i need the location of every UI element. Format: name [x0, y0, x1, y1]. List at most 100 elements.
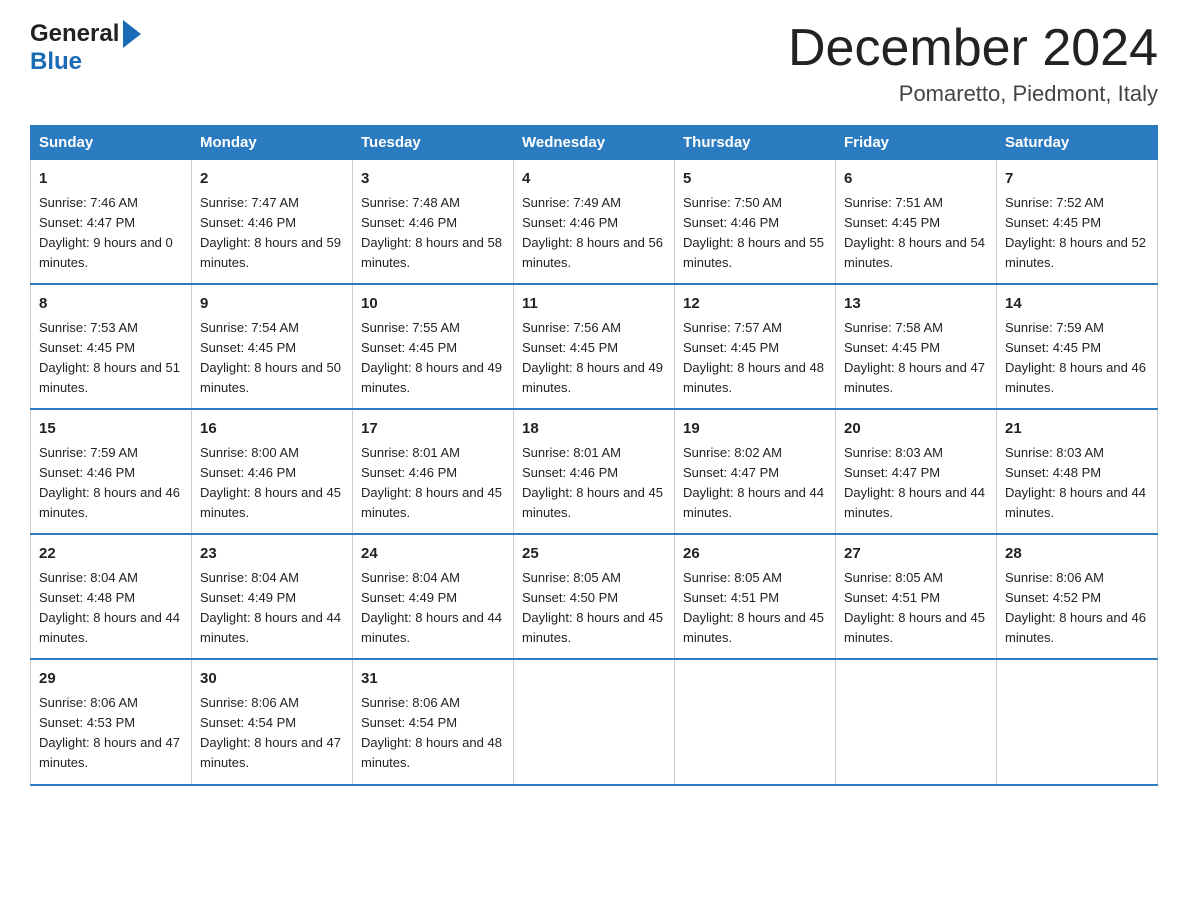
page-header: General Blue December 2024 Pomaretto, Pi…	[30, 20, 1158, 107]
logo: General Blue	[30, 20, 141, 76]
day-info: Sunrise: 7:52 AMSunset: 4:45 PMDaylight:…	[1005, 193, 1149, 274]
day-number: 4	[522, 168, 666, 191]
calendar-header: Sunday Monday Tuesday Wednesday Thursday…	[31, 126, 1158, 160]
day-info: Sunrise: 7:59 AMSunset: 4:45 PMDaylight:…	[1005, 318, 1149, 399]
day-info: Sunrise: 7:55 AMSunset: 4:45 PMDaylight:…	[361, 318, 505, 399]
col-sunday: Sunday	[31, 126, 192, 160]
col-saturday: Saturday	[997, 126, 1158, 160]
day-number: 15	[39, 418, 183, 441]
table-row: 29Sunrise: 8:06 AMSunset: 4:53 PMDayligh…	[31, 659, 192, 784]
header-row: Sunday Monday Tuesday Wednesday Thursday…	[31, 126, 1158, 160]
day-number: 14	[1005, 293, 1149, 316]
day-info: Sunrise: 8:05 AMSunset: 4:51 PMDaylight:…	[683, 568, 827, 649]
logo-blue-text: Blue	[30, 48, 82, 76]
table-row: 25Sunrise: 8:05 AMSunset: 4:50 PMDayligh…	[514, 534, 675, 659]
day-info: Sunrise: 7:50 AMSunset: 4:46 PMDaylight:…	[683, 193, 827, 274]
table-row: 4Sunrise: 7:49 AMSunset: 4:46 PMDaylight…	[514, 160, 675, 285]
day-info: Sunrise: 8:04 AMSunset: 4:49 PMDaylight:…	[200, 568, 344, 649]
day-number: 24	[361, 543, 505, 566]
day-info: Sunrise: 7:58 AMSunset: 4:45 PMDaylight:…	[844, 318, 988, 399]
calendar-week-row: 22Sunrise: 8:04 AMSunset: 4:48 PMDayligh…	[31, 534, 1158, 659]
table-row	[836, 659, 997, 784]
day-number: 1	[39, 168, 183, 191]
table-row: 16Sunrise: 8:00 AMSunset: 4:46 PMDayligh…	[192, 409, 353, 534]
logo-triangle-icon	[123, 20, 141, 48]
col-thursday: Thursday	[675, 126, 836, 160]
table-row: 6Sunrise: 7:51 AMSunset: 4:45 PMDaylight…	[836, 160, 997, 285]
calendar-table: Sunday Monday Tuesday Wednesday Thursday…	[30, 125, 1158, 785]
table-row: 21Sunrise: 8:03 AMSunset: 4:48 PMDayligh…	[997, 409, 1158, 534]
day-info: Sunrise: 7:51 AMSunset: 4:45 PMDaylight:…	[844, 193, 988, 274]
day-number: 27	[844, 543, 988, 566]
day-info: Sunrise: 8:01 AMSunset: 4:46 PMDaylight:…	[522, 443, 666, 524]
day-number: 29	[39, 668, 183, 691]
table-row: 7Sunrise: 7:52 AMSunset: 4:45 PMDaylight…	[997, 160, 1158, 285]
day-number: 10	[361, 293, 505, 316]
calendar-week-row: 29Sunrise: 8:06 AMSunset: 4:53 PMDayligh…	[31, 659, 1158, 784]
day-info: Sunrise: 8:03 AMSunset: 4:48 PMDaylight:…	[1005, 443, 1149, 524]
table-row	[997, 659, 1158, 784]
table-row: 11Sunrise: 7:56 AMSunset: 4:45 PMDayligh…	[514, 284, 675, 409]
table-row	[675, 659, 836, 784]
table-row: 1Sunrise: 7:46 AMSunset: 4:47 PMDaylight…	[31, 160, 192, 285]
day-info: Sunrise: 8:04 AMSunset: 4:49 PMDaylight:…	[361, 568, 505, 649]
table-row: 14Sunrise: 7:59 AMSunset: 4:45 PMDayligh…	[997, 284, 1158, 409]
table-row: 19Sunrise: 8:02 AMSunset: 4:47 PMDayligh…	[675, 409, 836, 534]
table-row: 23Sunrise: 8:04 AMSunset: 4:49 PMDayligh…	[192, 534, 353, 659]
day-info: Sunrise: 7:49 AMSunset: 4:46 PMDaylight:…	[522, 193, 666, 274]
calendar-body: 1Sunrise: 7:46 AMSunset: 4:47 PMDaylight…	[31, 160, 1158, 785]
day-info: Sunrise: 7:57 AMSunset: 4:45 PMDaylight:…	[683, 318, 827, 399]
calendar-week-row: 15Sunrise: 7:59 AMSunset: 4:46 PMDayligh…	[31, 409, 1158, 534]
table-row: 13Sunrise: 7:58 AMSunset: 4:45 PMDayligh…	[836, 284, 997, 409]
table-row: 2Sunrise: 7:47 AMSunset: 4:46 PMDaylight…	[192, 160, 353, 285]
table-row: 8Sunrise: 7:53 AMSunset: 4:45 PMDaylight…	[31, 284, 192, 409]
table-row: 3Sunrise: 7:48 AMSunset: 4:46 PMDaylight…	[353, 160, 514, 285]
day-info: Sunrise: 7:53 AMSunset: 4:45 PMDaylight:…	[39, 318, 183, 399]
day-number: 30	[200, 668, 344, 691]
table-row: 9Sunrise: 7:54 AMSunset: 4:45 PMDaylight…	[192, 284, 353, 409]
day-info: Sunrise: 8:06 AMSunset: 4:54 PMDaylight:…	[200, 693, 344, 774]
day-number: 13	[844, 293, 988, 316]
day-info: Sunrise: 7:47 AMSunset: 4:46 PMDaylight:…	[200, 193, 344, 274]
day-info: Sunrise: 7:56 AMSunset: 4:45 PMDaylight:…	[522, 318, 666, 399]
calendar-week-row: 8Sunrise: 7:53 AMSunset: 4:45 PMDaylight…	[31, 284, 1158, 409]
day-number: 8	[39, 293, 183, 316]
col-wednesday: Wednesday	[514, 126, 675, 160]
col-friday: Friday	[836, 126, 997, 160]
calendar-week-row: 1Sunrise: 7:46 AMSunset: 4:47 PMDaylight…	[31, 160, 1158, 285]
day-number: 19	[683, 418, 827, 441]
day-number: 21	[1005, 418, 1149, 441]
day-number: 31	[361, 668, 505, 691]
table-row: 24Sunrise: 8:04 AMSunset: 4:49 PMDayligh…	[353, 534, 514, 659]
table-row: 20Sunrise: 8:03 AMSunset: 4:47 PMDayligh…	[836, 409, 997, 534]
table-row: 22Sunrise: 8:04 AMSunset: 4:48 PMDayligh…	[31, 534, 192, 659]
day-info: Sunrise: 8:00 AMSunset: 4:46 PMDaylight:…	[200, 443, 344, 524]
day-info: Sunrise: 7:54 AMSunset: 4:45 PMDaylight:…	[200, 318, 344, 399]
day-number: 17	[361, 418, 505, 441]
day-number: 22	[39, 543, 183, 566]
table-row: 31Sunrise: 8:06 AMSunset: 4:54 PMDayligh…	[353, 659, 514, 784]
table-row: 18Sunrise: 8:01 AMSunset: 4:46 PMDayligh…	[514, 409, 675, 534]
day-info: Sunrise: 8:02 AMSunset: 4:47 PMDaylight:…	[683, 443, 827, 524]
day-info: Sunrise: 7:59 AMSunset: 4:46 PMDaylight:…	[39, 443, 183, 524]
day-number: 9	[200, 293, 344, 316]
day-number: 12	[683, 293, 827, 316]
day-info: Sunrise: 8:06 AMSunset: 4:53 PMDaylight:…	[39, 693, 183, 774]
day-number: 11	[522, 293, 666, 316]
day-info: Sunrise: 8:03 AMSunset: 4:47 PMDaylight:…	[844, 443, 988, 524]
location-title: Pomaretto, Piedmont, Italy	[788, 81, 1158, 107]
day-info: Sunrise: 8:06 AMSunset: 4:54 PMDaylight:…	[361, 693, 505, 774]
day-info: Sunrise: 7:46 AMSunset: 4:47 PMDaylight:…	[39, 193, 183, 274]
day-number: 23	[200, 543, 344, 566]
month-title: December 2024	[788, 20, 1158, 77]
day-number: 3	[361, 168, 505, 191]
table-row: 15Sunrise: 7:59 AMSunset: 4:46 PMDayligh…	[31, 409, 192, 534]
day-info: Sunrise: 7:48 AMSunset: 4:46 PMDaylight:…	[361, 193, 505, 274]
day-info: Sunrise: 8:01 AMSunset: 4:46 PMDaylight:…	[361, 443, 505, 524]
title-block: December 2024 Pomaretto, Piedmont, Italy	[788, 20, 1158, 107]
day-number: 18	[522, 418, 666, 441]
day-info: Sunrise: 8:05 AMSunset: 4:50 PMDaylight:…	[522, 568, 666, 649]
table-row: 27Sunrise: 8:05 AMSunset: 4:51 PMDayligh…	[836, 534, 997, 659]
day-number: 20	[844, 418, 988, 441]
day-info: Sunrise: 8:04 AMSunset: 4:48 PMDaylight:…	[39, 568, 183, 649]
